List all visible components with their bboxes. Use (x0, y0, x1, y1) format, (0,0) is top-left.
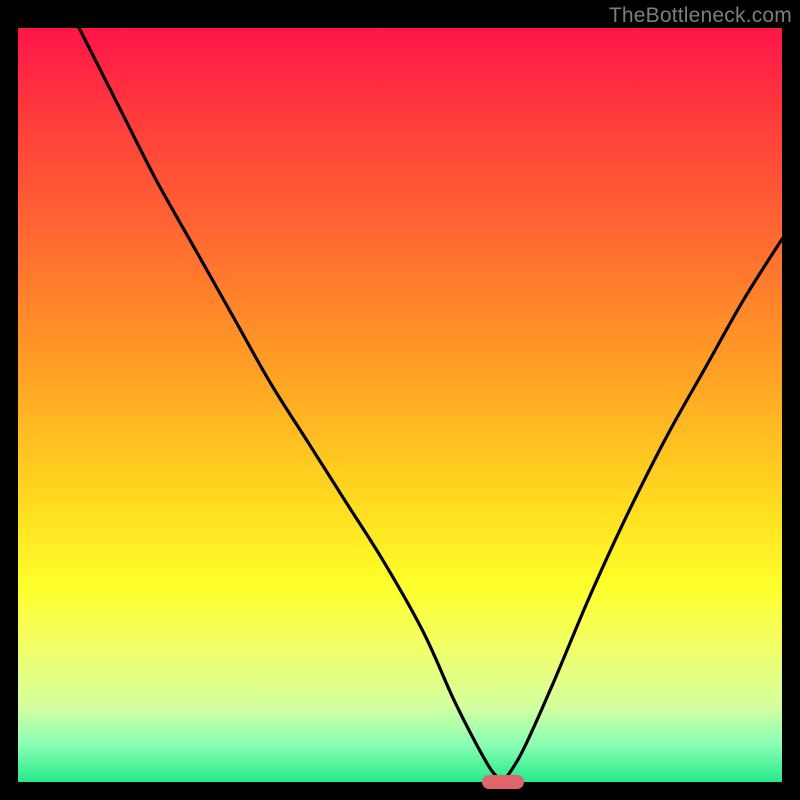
minimum-marker (482, 775, 524, 789)
plot-area (18, 28, 782, 782)
right-branch-path (503, 239, 782, 782)
left-branch-path (79, 28, 503, 782)
curve-layer (18, 28, 782, 782)
chart-container: TheBottleneck.com (0, 0, 800, 800)
watermark-text: TheBottleneck.com (609, 4, 792, 28)
